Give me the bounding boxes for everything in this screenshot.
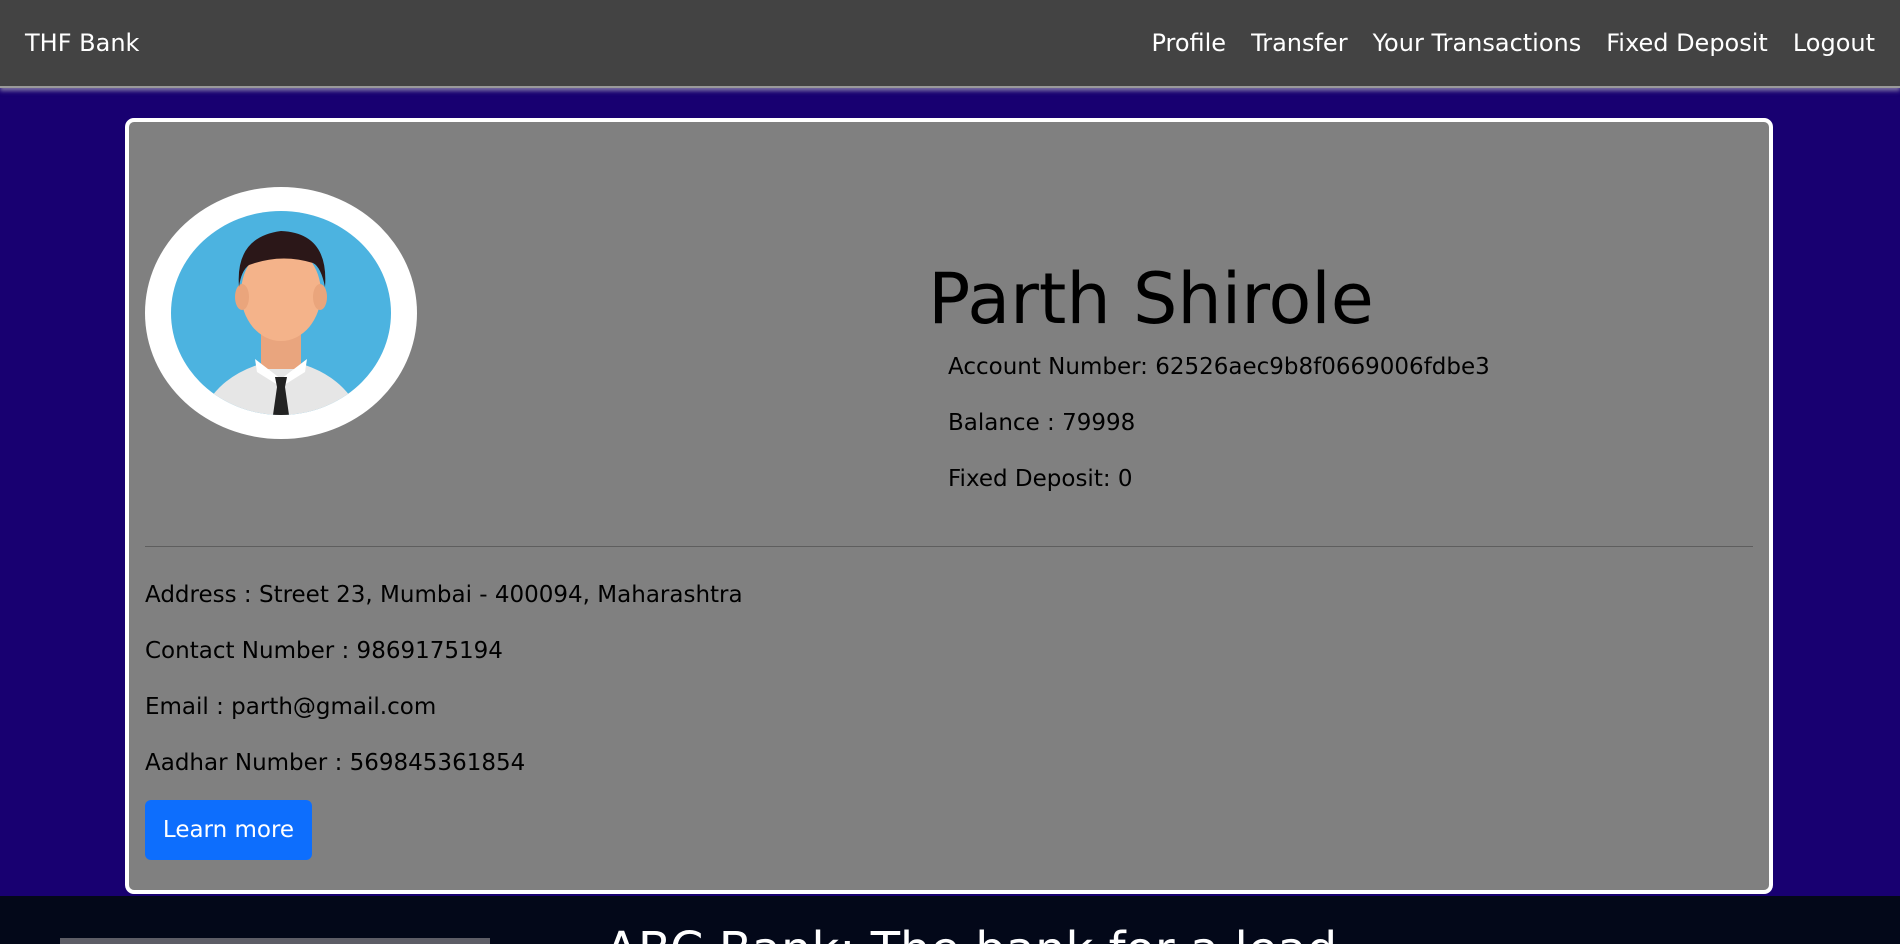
balance: Balance : 79998: [948, 410, 1136, 436]
nav-fixed-deposit[interactable]: Fixed Deposit: [1606, 29, 1768, 57]
divider: [145, 546, 1753, 547]
nav-your-transactions[interactable]: Your Transactions: [1373, 29, 1582, 57]
nav-links: Profile Transfer Your Transactions Fixed…: [1151, 29, 1875, 57]
aadhar-number: Aadhar Number : 569845361854: [145, 750, 526, 776]
account-number: Account Number: 62526aec9b8f0669006fdbe3: [948, 354, 1490, 380]
nav-transfer[interactable]: Transfer: [1251, 29, 1348, 57]
footer-bar: [60, 938, 490, 944]
contact-number: Contact Number : 9869175194: [145, 638, 503, 664]
nav-profile[interactable]: Profile: [1151, 29, 1226, 57]
user-name: Parth Shirole: [928, 258, 1374, 340]
avatar: [145, 187, 417, 439]
brand-link[interactable]: THF Bank: [25, 29, 139, 57]
footer-title: ABC Bank: The bank for a lead: [605, 920, 1337, 944]
nav-logout[interactable]: Logout: [1793, 29, 1875, 57]
fixed-deposit-amount: Fixed Deposit: 0: [948, 466, 1133, 492]
profile-card: Parth Shirole Account Number: 62526aec9b…: [125, 118, 1773, 894]
footer-section: ABC Bank: The bank for a lead: [0, 896, 1900, 944]
top-navbar: THF Bank Profile Transfer Your Transacti…: [0, 0, 1900, 88]
email: Email : parth@gmail.com: [145, 694, 437, 720]
avatar-icon: [171, 211, 391, 415]
learn-more-button[interactable]: Learn more: [145, 800, 312, 860]
address: Address : Street 23, Mumbai - 400094, Ma…: [145, 582, 743, 608]
